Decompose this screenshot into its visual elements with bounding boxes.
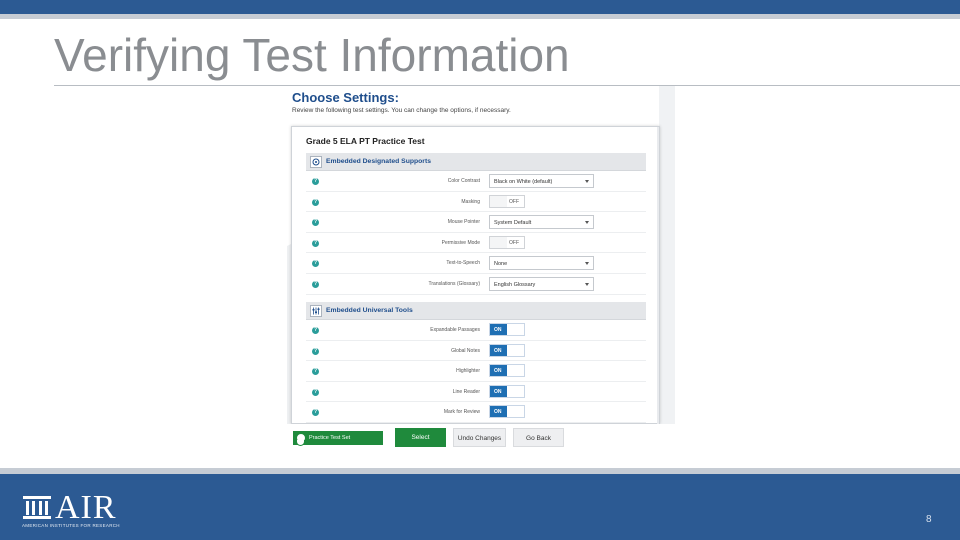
panel-scrollbar[interactable] — [657, 127, 659, 424]
setting-label: Text-to-Speech — [446, 260, 480, 267]
toggle-value: ON — [494, 388, 502, 395]
setting-label: Permissive Mode — [441, 239, 480, 246]
chevron-down-icon — [585, 262, 589, 266]
setting-row-line-reader: ? Line Reader ON — [306, 382, 646, 403]
slide-title: Verifying Test Information — [54, 29, 570, 81]
choose-settings-subheading: Review the following test settings. You … — [292, 107, 511, 114]
line-reader-toggle[interactable]: ON — [489, 384, 525, 398]
setting-label: Mark for Review — [443, 409, 480, 416]
highlighter-toggle[interactable]: ON — [489, 364, 525, 378]
setting-row-global-notes: ? Global Notes ON — [306, 341, 646, 362]
setting-label: Translations (Glossary) — [428, 281, 481, 287]
logo-wordmark: AIR — [55, 489, 117, 526]
permissive-mode-toggle[interactable]: OFF — [489, 235, 525, 249]
air-logo: AIR AMERICAN INSTITUTES FOR RESEARCH — [22, 490, 132, 530]
top-banner-rule — [0, 14, 960, 19]
logo-tagline: AMERICAN INSTITUTES FOR RESEARCH — [22, 523, 120, 528]
setting-label: Global Notes — [451, 347, 480, 354]
section-header-designated-supports[interactable]: Embedded Designated Supports — [306, 153, 646, 171]
help-icon[interactable]: ? — [312, 260, 319, 268]
status-pill: Practice Test Set — [293, 431, 383, 445]
top-banner-bar — [0, 0, 960, 14]
toggle-value: ON — [494, 409, 502, 416]
setting-row-permissive-mode: ? Permissive Mode OFF — [306, 233, 646, 254]
undo-changes-button[interactable]: Undo Changes — [453, 428, 506, 447]
help-icon[interactable]: ? — [312, 388, 319, 396]
toggle-value: OFF — [509, 198, 519, 205]
setting-label: Color Contrast — [447, 178, 480, 184]
chevron-down-icon — [585, 221, 589, 225]
help-icon[interactable]: ? — [312, 198, 319, 206]
select-value: None — [494, 261, 508, 268]
select-value: Black on White (default) — [494, 179, 553, 185]
help-icon[interactable]: ? — [312, 327, 319, 334]
chevron-down-icon — [585, 283, 589, 286]
toggle-value: ON — [494, 368, 502, 375]
section-header-universal-tools[interactable]: Embedded Universal Tools — [306, 302, 646, 320]
sliders-icon — [310, 305, 322, 317]
test-name: Grade 5 ELA PT Practice Test — [306, 136, 425, 146]
setting-row-expandable-passages: ? Expandable Passages ON — [306, 320, 646, 341]
settings-screenshot: Choose Settings: Review the following te… — [287, 86, 675, 424]
color-contrast-select[interactable]: Black on White (default) — [489, 174, 594, 188]
mouse-pointer-select[interactable]: System Default — [489, 215, 594, 230]
expandable-passages-toggle[interactable]: ON — [489, 323, 525, 336]
setting-row-text-to-speech: ? Text-to-Speech None — [306, 253, 646, 274]
chevron-down-icon — [585, 180, 589, 183]
toggle-value: ON — [494, 347, 502, 354]
setting-row-mark-for-review: ? Mark for Review ON — [306, 402, 646, 423]
global-notes-toggle[interactable]: ON — [489, 343, 525, 357]
help-icon[interactable]: ? — [312, 281, 319, 288]
setting-row-masking: ? Masking OFF — [306, 192, 646, 213]
settings-panel: Grade 5 ELA PT Practice Test Embedded De… — [291, 126, 660, 424]
setting-row-color-contrast: ? Color Contrast Black on White (default… — [306, 171, 646, 192]
help-icon[interactable]: ? — [312, 347, 319, 355]
mark-for-review-toggle[interactable]: ON — [489, 405, 525, 419]
select-button[interactable]: Select — [395, 428, 446, 447]
footer-bar: AIR AMERICAN INSTITUTES FOR RESEARCH 8 — [0, 474, 960, 540]
toggle-knob — [490, 236, 507, 248]
help-icon[interactable]: ? — [312, 178, 319, 185]
toggle-value: ON — [494, 327, 502, 333]
setting-label: Line Reader — [452, 388, 480, 395]
text-to-speech-select[interactable]: None — [489, 256, 594, 271]
building-icon — [23, 496, 51, 519]
setting-label: Expandable Passages — [430, 327, 480, 333]
toggle-knob — [490, 195, 507, 207]
translations-select[interactable]: English Glossary — [489, 277, 594, 291]
setting-row-translations: ? Translations (Glossary) English Glossa… — [306, 274, 646, 295]
setting-label: Highlighter — [456, 368, 480, 375]
setting-label: Mouse Pointer — [447, 219, 480, 226]
status-badge-tab — [296, 440, 305, 446]
target-icon — [310, 156, 322, 168]
setting-row-mouse-pointer: ? Mouse Pointer System Default — [306, 212, 646, 233]
select-value: System Default — [494, 220, 532, 227]
help-icon[interactable]: ? — [312, 409, 319, 417]
page-number: 8 — [926, 514, 932, 525]
status-text: Practice Test Set — [309, 435, 351, 441]
choose-settings-heading: Choose Settings: — [292, 90, 399, 105]
help-icon[interactable]: ? — [312, 368, 319, 376]
setting-row-highlighter: ? Highlighter ON — [306, 361, 646, 382]
select-value: English Glossary — [494, 282, 536, 288]
masking-toggle[interactable]: OFF — [489, 194, 525, 208]
section-label: Embedded Designated Supports — [326, 158, 431, 165]
section-label: Embedded Universal Tools — [326, 307, 413, 314]
toggle-value: OFF — [509, 239, 519, 246]
help-icon[interactable]: ? — [312, 219, 319, 227]
go-back-button[interactable]: Go Back — [513, 428, 564, 447]
setting-label: Masking — [461, 198, 480, 205]
help-icon[interactable]: ? — [312, 239, 319, 247]
